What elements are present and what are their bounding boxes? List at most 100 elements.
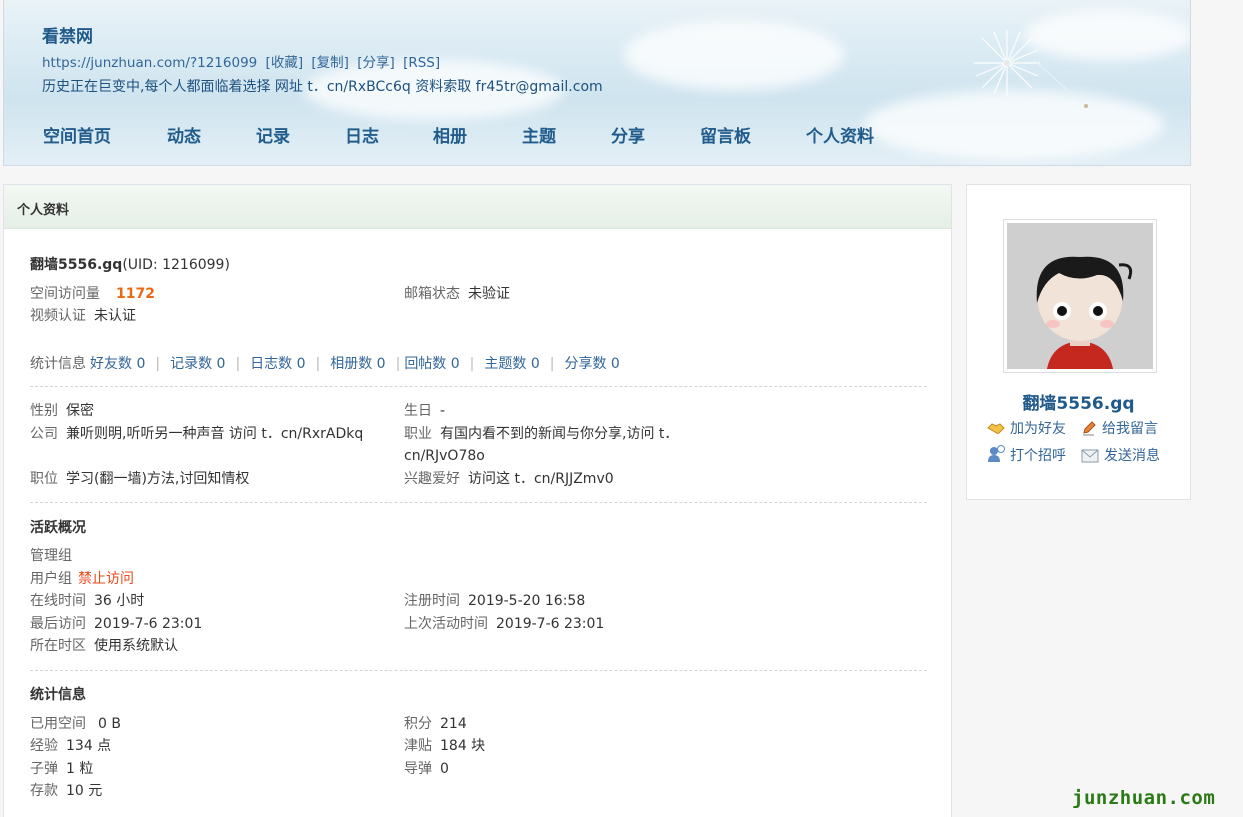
missile: 0 [440,761,449,777]
panel-title: 个人资料 [4,185,951,229]
leave-message-button[interactable]: 给我留言 [1081,418,1158,438]
send-message-label: 发送消息 [1104,448,1160,464]
missile-label: 导弹 [404,761,432,777]
job-label: 职业 [404,426,432,442]
online-time-label: 在线时间 [30,593,86,609]
birthday-label: 生日 [404,403,432,419]
user-group[interactable]: 禁止访问 [78,571,134,587]
nav-records[interactable]: 记录 [256,122,290,147]
stat-replies-link[interactable]: 回帖数 0 [404,356,459,372]
points-label: 积分 [404,716,432,732]
statistics-section-title: 统计信息 [30,687,86,703]
visits-count: 1172 [116,286,155,302]
hobby-label: 兴趣爱好 [404,471,460,487]
last-visit: 2019-7-6 23:01 [94,616,203,632]
avatar[interactable] [1003,219,1157,373]
cloud-decoration [624,20,844,90]
share-link[interactable]: [分享] [357,55,395,71]
last-visit-label: 最后访问 [30,616,86,632]
nav-album[interactable]: 相册 [433,122,467,147]
divider [30,386,927,387]
last-active: 2019-7-6 23:01 [496,616,605,632]
pencil-icon [1083,421,1096,436]
last-active-label: 上次活动时间 [404,616,488,632]
position-label: 职位 [30,471,58,487]
copy-link[interactable]: [复制] [311,55,349,71]
online-time: 36 小时 [94,593,145,609]
nav-profile[interactable]: 个人资料 [806,122,874,147]
site-links: https://junzhuan.com/?1216099 [收藏] [复制] … [42,51,444,71]
divider [30,502,927,503]
dandelion-seed-icon [1034,60,1088,108]
stat-blogs-link[interactable]: 日志数 0 [250,356,305,372]
leave-message-label: 给我留言 [1102,421,1158,437]
timezone-label: 所在时区 [30,638,86,654]
job: 有国内看不到的新闻与你分享,访问 t． [440,426,679,442]
job-continued: cn/RJvO78o [404,448,485,464]
add-friend-label: 加为好友 [1010,421,1066,437]
video-auth: 未认证 [94,308,136,324]
user-group-label: 用户组 [30,571,72,587]
subsidy-label: 津贴 [404,738,432,754]
company-label: 公司 [30,426,58,442]
space-url-link[interactable]: https://junzhuan.com/?1216099 [42,55,257,71]
nav-home[interactable]: 空间首页 [43,122,111,147]
nav-share[interactable]: 分享 [611,122,645,147]
used-space: 0 B [98,716,121,732]
username: 翻墙5556.gq [30,257,123,273]
site-header: 看禁网 https://junzhuan.com/?1216099 [收藏] [… [3,0,1191,166]
gender-label: 性别 [30,403,58,419]
stats-label: 统计信息 [30,356,86,372]
bookmark-link[interactable]: [收藏] [266,55,304,71]
deposit: 10 元 [66,783,103,799]
greet-button[interactable]: 打个招呼 [987,445,1066,465]
email-status-label: 邮箱状态 [404,286,460,302]
admin-group-label: 管理组 [30,548,72,564]
profile-panel: 个人资料 翻墙5556.gq(UID: 1216099) 空间访问量 1172 邮… [3,184,952,817]
site-description: 历史正在巨变中,每个人都面临着选择 网址 t．cn/RxBCc6q 资料索取 f… [42,79,603,95]
points: 214 [440,716,467,732]
greet-label: 打个招呼 [1010,448,1066,464]
stats-links: 统计信息 好友数 0 | 记录数 0 | 日志数 0 | 相册数 0 | 回帖数 0 | 主题数 0 |… [30,356,620,372]
stat-threads-link[interactable]: 主题数 0 [484,356,539,372]
divider [30,670,927,671]
birthday: - [440,403,446,419]
send-message-button[interactable]: 发送消息 [1081,445,1160,465]
envelope-icon [1081,449,1099,463]
video-auth-label: 视频认证 [30,308,86,324]
site-title[interactable]: 看禁网 [42,22,93,47]
user-sidebar: 翻墙5556.gq 加为好友 给我留言 打个招呼 发送消息 [966,184,1191,500]
deposit-label: 存款 [30,783,58,799]
timezone: 使用系统默认 [94,638,178,654]
rss-link[interactable]: [RSS] [403,55,440,71]
stat-friends-link[interactable]: 好友数 0 [90,356,145,372]
stat-records-link[interactable]: 记录数 0 [170,356,225,372]
activity-section-title: 活跃概况 [30,520,86,536]
watermark: junzhuan.com [1072,787,1216,809]
stat-albums-link[interactable]: 相册数 0 [330,356,385,372]
dandelion-icon [974,30,1040,96]
handshake-icon [987,423,1005,434]
bullet-label: 子弹 [30,761,58,777]
nav-blog[interactable]: 日志 [345,122,379,147]
nav-threads[interactable]: 主题 [522,122,556,147]
register-time-label: 注册时间 [404,593,460,609]
uid: (UID: 1216099) [122,257,230,273]
experience: 134 点 [66,738,112,754]
bullet: 1 粒 [66,761,94,777]
hobby: 访问这 t．cn/RJJZmv0 [468,471,614,487]
sidebar-username[interactable]: 翻墙5556.gq [967,389,1190,414]
user-greet-icon [988,445,1005,462]
gender: 保密 [66,403,94,419]
nav-guestbook[interactable]: 留言板 [700,122,751,147]
avatar-image [1007,223,1153,369]
nav-feed[interactable]: 动态 [167,122,201,147]
stat-shares-link[interactable]: 分享数 0 [564,356,619,372]
experience-label: 经验 [30,738,58,754]
email-status: 未验证 [468,286,510,302]
used-space-label: 已用空间 [30,716,86,732]
add-friend-button[interactable]: 加为好友 [987,418,1066,438]
cloud-decoration [1024,10,1190,60]
company: 兼听则明,听听另一种声音 访问 t．cn/RxrADkq [66,426,364,442]
subsidy: 184 块 [440,738,486,754]
